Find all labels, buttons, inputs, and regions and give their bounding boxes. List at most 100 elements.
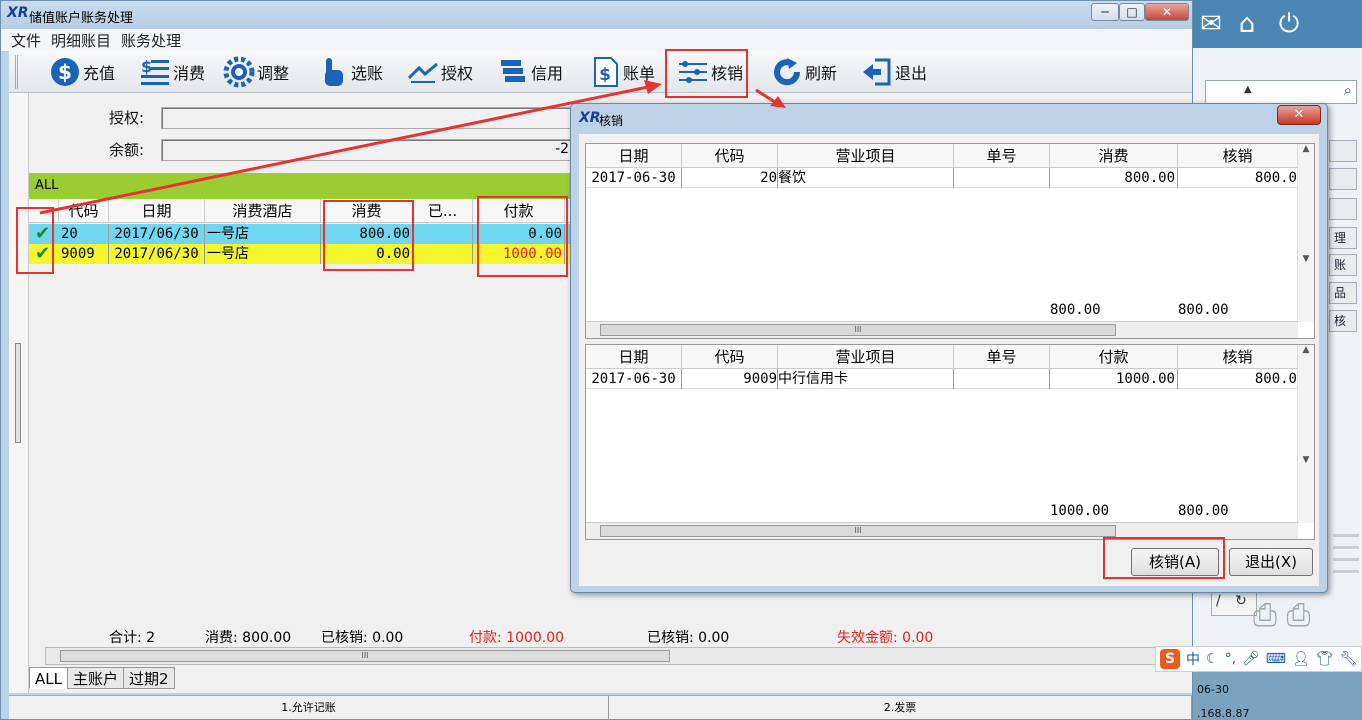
column-header-date[interactable]: 日期 [586,345,682,369]
column-header-written-off[interactable]: 已... [413,199,473,223]
cell-date: 2017/06/30 [109,224,205,244]
dialog-exit-button[interactable]: 退出(X) [1229,548,1313,576]
background-search-input[interactable]: ▲ ⌕ [1205,80,1357,104]
person-icon[interactable]: 👤︎ [1292,651,1310,667]
app-logo: XR [7,5,29,21]
grid-header: 代码 日期 消费酒店 消费 已... 付款 [29,199,577,223]
column-header-date[interactable]: 日期 [109,199,205,223]
printer-icon[interactable]: ⎙ ⎙ [1253,598,1362,642]
menu-file[interactable]: 文件 [11,30,41,51]
check-icon[interactable]: ✔ [35,244,50,264]
credit-button[interactable]: 信用 [497,55,563,89]
consume-button[interactable]: $ 消费 [139,55,205,89]
column-header-number[interactable]: 单号 [954,345,1050,369]
check-icon[interactable]: ✔ [35,224,50,244]
scrollbar-thumb[interactable]: III [600,324,1116,336]
column-header-hotel[interactable]: 消费酒店 [205,199,321,223]
microphone-icon[interactable]: 🎤︎ [1242,651,1260,667]
select-account-button[interactable]: 选账 [317,55,383,89]
sogou-logo-icon[interactable]: S [1160,649,1180,669]
column-header-writeoff[interactable]: 核销 [1178,345,1298,369]
column-header-writeoff[interactable]: 核销 [1178,144,1298,168]
cell-writeoff[interactable]: 800.0 [1178,168,1298,188]
cell-item: 餐饮 [778,168,954,188]
tab-expired[interactable]: 过期2 [123,667,175,689]
column-header-date[interactable]: 日期 [586,144,682,168]
horizontal-scrollbar[interactable]: III [45,647,1172,665]
table-row[interactable]: 2017-06-30 9009 中行信用卡 1000.00 800.0 [586,369,1298,389]
menu-detail-account[interactable]: 明细账目 [51,30,111,51]
background-small-box[interactable]: / ↻ [1211,592,1257,616]
wrench-icon[interactable]: 🔧︎ [1340,651,1358,667]
background-side-button[interactable]: 理 [1329,227,1357,249]
background-side-button[interactable] [1329,168,1357,190]
balance-label: 余额: [109,141,145,159]
scrollbar-thumb[interactable]: III [60,650,670,662]
shirt-icon[interactable]: 👕︎ [1316,651,1334,667]
scrollbar-thumb[interactable]: III [600,525,1116,537]
splitter[interactable] [9,93,29,693]
ime-language[interactable]: 中 [1186,649,1200,669]
status-invoice[interactable]: 2.发票 [609,696,1192,720]
stack-icon [497,56,529,88]
vertical-scrollbar[interactable]: ▲ ▼ [1297,144,1314,322]
horizontal-scrollbar[interactable]: III [586,321,1298,338]
auth-field[interactable] [161,107,581,129]
column-header-paid[interactable]: 付款 [473,199,565,223]
total-consume: 800.00 [1050,302,1101,318]
background-side-button[interactable]: 账 [1329,254,1357,276]
table-row[interactable]: 2017-06-30 20 餐饮 800.00 800.0 [586,168,1298,188]
toolbar: $ 充值 $ 消费 调整 选账 授权 信用 $ 账单 核销 刷新 退出 [9,51,1192,93]
cell-written-off [413,224,473,244]
exit-button[interactable]: 退出 [861,55,927,89]
status-allow-posting[interactable]: 1.允许记账 [9,696,609,720]
background-side-button[interactable] [1329,140,1357,162]
balance-field[interactable]: -20 [161,139,581,161]
handshake-icon [407,56,439,88]
close-button[interactable]: ✕ [1145,3,1189,21]
column-header-payment[interactable]: 付款 [1050,345,1178,369]
keyboard-icon[interactable]: ⌨ [1266,651,1286,667]
tab-main-account[interactable]: 主账户 [66,667,124,689]
menu-accounting[interactable]: 账务处理 [121,30,181,51]
refresh-button[interactable]: 刷新 [771,55,837,89]
tab-all[interactable]: ALL [29,667,68,689]
vertical-scrollbar[interactable]: ▲ ▼ [1297,345,1314,523]
minimize-button[interactable]: ─ [1091,3,1119,21]
search-icon[interactable]: ⌕ [1344,81,1352,99]
confirm-writeoff-button[interactable]: 核销(A) [1131,548,1219,576]
column-header-item[interactable]: 营业项目 [778,345,954,369]
toolbar-grip[interactable] [15,55,25,89]
bill-button[interactable]: $ 账单 [589,55,655,89]
envelope-icon[interactable]: ✉ [1195,8,1227,40]
divider [1333,558,1359,561]
adjust-button[interactable]: 调整 [223,55,289,89]
column-header-number[interactable]: 单号 [954,144,1050,168]
refresh-icon[interactable]: ↻ [1235,593,1247,609]
table-row[interactable]: ✔ 20 2017/06/30 一号店 800.00 0.00 [29,224,577,244]
column-header-code[interactable]: 代码 [682,345,778,369]
dialog-close-button[interactable]: ✕ [1277,105,1321,125]
recharge-button[interactable]: $ 充值 [49,55,115,89]
power-icon[interactable]: ⏻ [1273,8,1305,40]
splitter-handle[interactable] [15,343,21,443]
column-header-code[interactable]: 代码 [682,144,778,168]
writeoff-button[interactable]: 核销 [677,55,743,89]
column-header-item[interactable]: 营业项目 [778,144,954,168]
maximize-button[interactable]: □ [1119,3,1145,21]
background-side-button[interactable]: 品 [1329,282,1357,304]
punctuation-icon[interactable]: °, [1225,651,1236,667]
moon-icon[interactable]: ☾ [1206,651,1219,667]
background-side-button[interactable]: 核 [1329,310,1357,332]
home-icon[interactable]: ⌂ [1231,8,1263,40]
column-header-check [29,199,59,223]
horizontal-scrollbar[interactable]: III [586,522,1298,539]
column-header-code[interactable]: 代码 [59,199,109,223]
column-header-consume[interactable]: 消费 [321,199,413,223]
payment-grid: 日期 代码 营业项目 单号 付款 核销 2017-06-30 9009 中行信用… [585,344,1315,540]
cell-writeoff[interactable]: 800.0 [1178,369,1298,389]
background-side-button[interactable] [1329,198,1357,220]
table-row[interactable]: ✔ 9009 2017/06/30 一号店 0.00 1000.00 [29,244,577,264]
authorize-button[interactable]: 授权 [407,55,473,89]
column-header-consume[interactable]: 消费 [1050,144,1178,168]
